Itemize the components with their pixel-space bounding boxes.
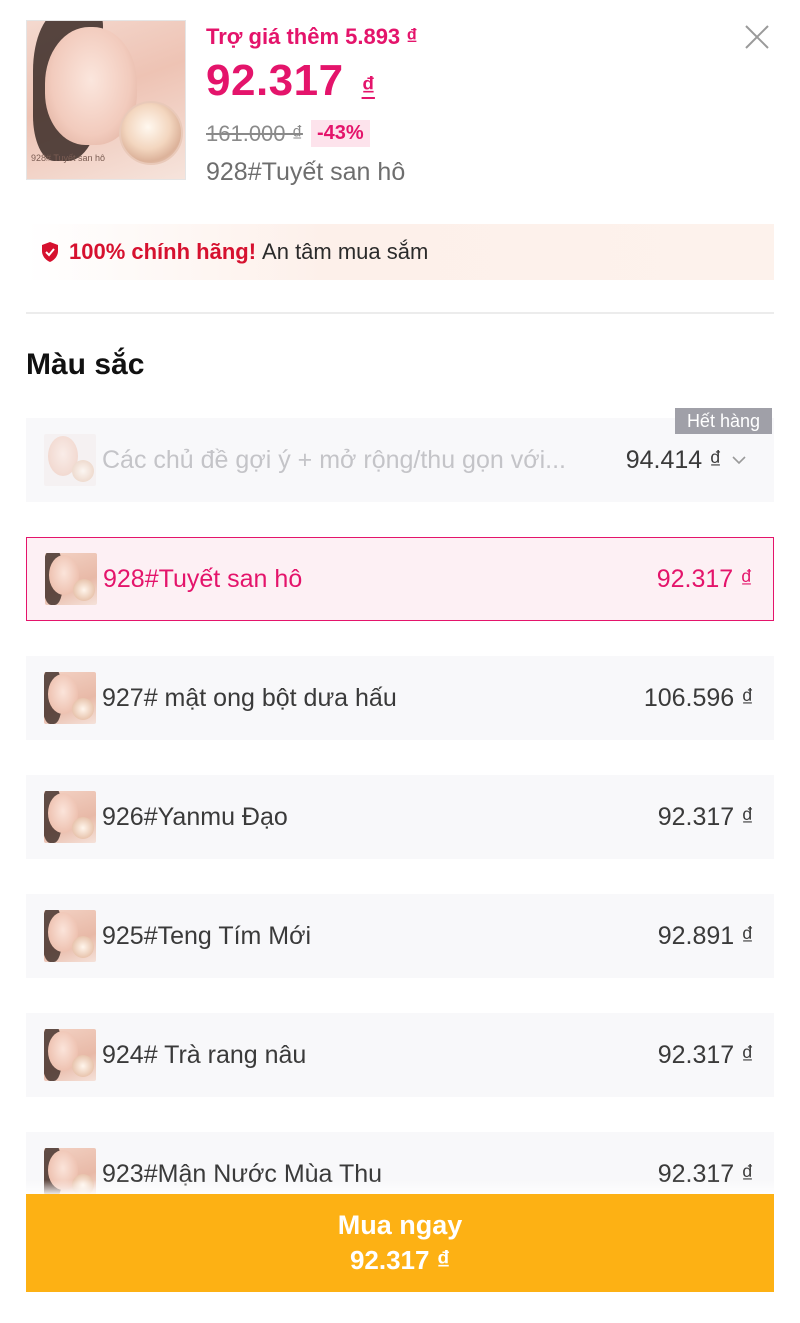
option-thumbnail — [44, 791, 96, 843]
buy-now-label: Mua ngay — [337, 1210, 463, 1240]
authenticity-rest-text: An tâm mua sắm — [262, 239, 429, 264]
option-price: 106.596 ₫ — [643, 683, 754, 712]
option-label: 928#Tuyết san hô — [103, 564, 303, 593]
product-header: 928# Tuyết san hô Trợ giá thêm 5.893 ₫ 9… — [26, 20, 774, 186]
selected-variant-name: 928#Tuyết san hô — [206, 158, 406, 186]
product-image[interactable]: 928# Tuyết san hô — [26, 20, 186, 180]
option-price: 92.317 ₫ — [657, 802, 754, 831]
color-option[interactable]: Các chủ đề gợi ý + mở rộng/thu gọn với..… — [26, 408, 774, 502]
option-label: 924# Trà rang nâu — [102, 1040, 307, 1069]
discount-badge: -43% — [310, 120, 370, 147]
currency-symbol: ₫ — [361, 71, 375, 101]
option-price: 92.317 ₫ — [657, 1040, 754, 1069]
original-price: 161.000 ₫ — [206, 120, 303, 146]
option-thumbnail — [44, 910, 96, 962]
option-label: Các chủ đề gợi ý + mở rộng/thu gọn với..… — [102, 445, 566, 474]
color-option[interactable]: 925#Teng Tím Mới 92.891 ₫ — [26, 894, 774, 978]
color-section-title: Màu sắc — [26, 348, 145, 381]
product-image-caption: 928# Tuyết san hô — [31, 153, 106, 163]
current-price: 92.317 — [206, 56, 344, 105]
option-price: 92.891 ₫ — [657, 921, 754, 950]
price-row: 92.317 ₫ — [206, 56, 375, 106]
color-option[interactable]: 926#Yanmu Đạo 92.317 ₫ — [26, 775, 774, 859]
option-label: 927# mật ong bột dưa hấu — [102, 683, 397, 712]
divider — [26, 312, 774, 314]
option-thumbnail — [44, 672, 96, 724]
color-option[interactable]: 927# mật ong bột dưa hấu 106.596 ₫ — [26, 656, 774, 740]
buy-now-button[interactable]: Mua ngay 92.317 ₫ — [26, 1194, 774, 1292]
option-thumbnail — [44, 1029, 96, 1081]
authenticity-strong-text: 100% chính hãng! — [69, 239, 257, 264]
chevron-down-icon[interactable] — [730, 451, 748, 469]
buy-now-price: 92.317 ₫ — [349, 1245, 451, 1275]
subsidy-text: Trợ giá thêm 5.893 ₫ — [206, 24, 418, 49]
original-price-row: 161.000 ₫ -43% — [206, 120, 370, 147]
color-option[interactable]: 924# Trà rang nâu 92.317 ₫ — [26, 1013, 774, 1097]
option-thumbnail — [44, 434, 96, 486]
product-image-compact — [119, 101, 183, 165]
authenticity-banner: 100% chính hãng! An tâm mua sắm — [26, 224, 774, 280]
close-icon — [745, 25, 769, 49]
color-option[interactable]: 928#Tuyết san hô 92.317 ₫ — [26, 537, 774, 621]
option-price: 94.414 ₫ — [625, 445, 722, 474]
option-label: 925#Teng Tím Mới — [102, 921, 312, 950]
out-of-stock-badge: Hết hàng — [674, 408, 772, 434]
option-label: 926#Yanmu Đạo — [102, 802, 288, 831]
shield-check-icon — [42, 242, 58, 262]
option-price: 92.317 ₫ — [656, 564, 753, 593]
close-button[interactable] — [740, 20, 774, 54]
option-thumbnail — [45, 553, 97, 605]
